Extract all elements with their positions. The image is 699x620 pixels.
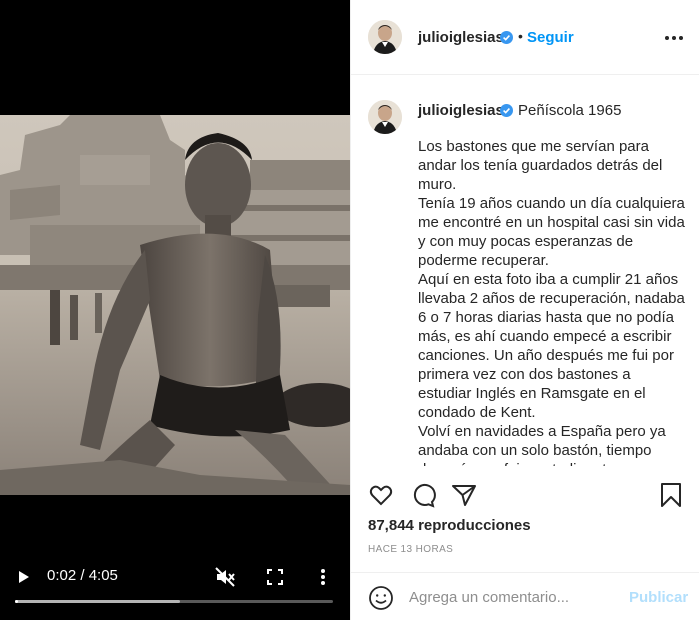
comment-bar: Publicar <box>351 572 699 620</box>
comment-input[interactable] <box>409 586 619 608</box>
avatar[interactable] <box>368 20 402 54</box>
avatar[interactable] <box>368 100 402 134</box>
post-panel: julioiglesias • Seguir julioiglesias Peñ… <box>350 0 699 620</box>
location-link[interactable]: Peñíscola 1965 <box>518 102 621 119</box>
verified-badge-icon <box>500 31 513 44</box>
video-progress-bar[interactable] <box>15 600 333 603</box>
more-options-icon[interactable] <box>663 30 685 46</box>
action-bar <box>351 478 699 514</box>
video-time: 0:02 / 4:05 <box>47 567 118 584</box>
publish-button[interactable]: Publicar <box>629 589 688 606</box>
emoji-icon[interactable] <box>368 585 394 611</box>
caption-section: julioiglesias Peñíscola 1965 Los bastone… <box>351 76 699 466</box>
caption-text: Los bastones que me servían para andar l… <box>418 138 685 466</box>
comment-icon[interactable] <box>410 482 436 508</box>
post-header: julioiglesias • Seguir <box>351 0 699 75</box>
heart-icon[interactable] <box>368 482 394 508</box>
caption-username[interactable]: julioiglesias <box>418 102 504 119</box>
video-controls: 0:02 / 4:05 <box>0 560 350 620</box>
username[interactable]: julioiglesias <box>418 29 504 46</box>
fullscreen-icon[interactable] <box>264 566 286 588</box>
views-label: reproducciones <box>418 517 531 534</box>
bookmark-icon[interactable] <box>659 482 683 508</box>
views-number: 87,844 <box>368 517 414 534</box>
play-icon[interactable] <box>14 568 32 586</box>
video-frame[interactable] <box>0 115 350 495</box>
video-buffer-bar <box>15 600 180 603</box>
muted-speaker-icon[interactable] <box>214 566 236 588</box>
video-player[interactable]: 0:02 / 4:05 <box>0 0 350 620</box>
share-icon[interactable] <box>451 482 477 508</box>
verified-badge-icon <box>500 104 513 117</box>
post-timestamp[interactable]: Hace 13 horas <box>368 544 453 555</box>
more-vertical-icon[interactable] <box>315 566 331 588</box>
video-frame-image <box>0 115 350 495</box>
follow-button[interactable]: Seguir <box>527 29 574 46</box>
separator-dot: • <box>518 28 523 44</box>
views-count[interactable]: 87,844 reproducciones <box>368 517 531 534</box>
